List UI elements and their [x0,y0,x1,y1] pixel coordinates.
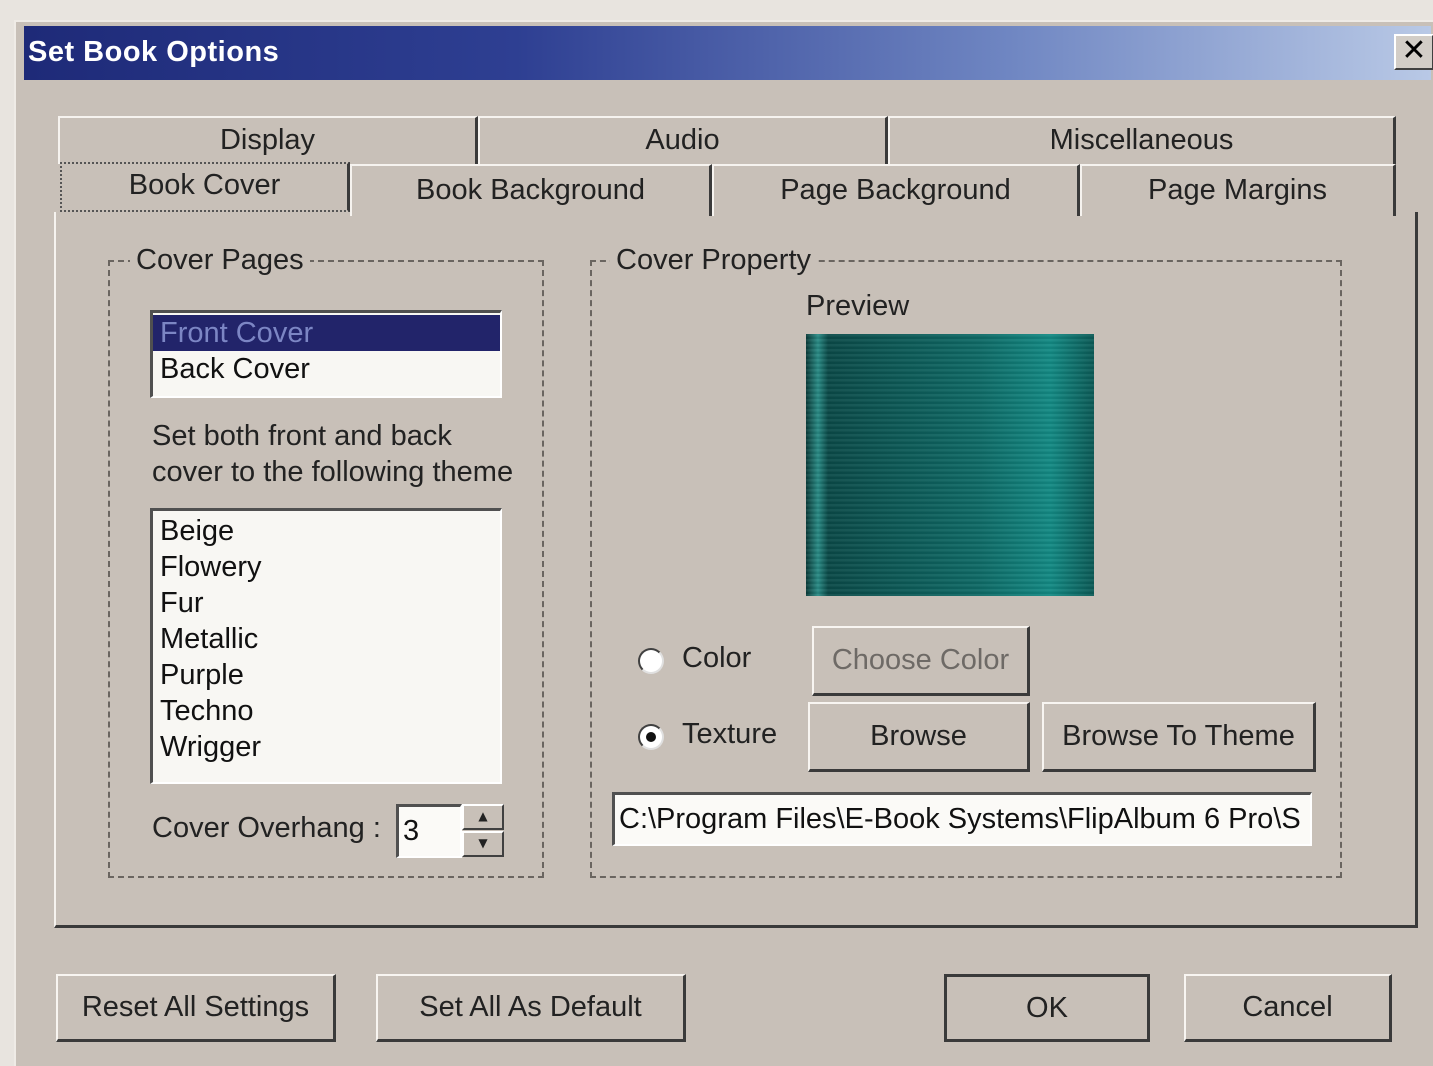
spin-down-icon[interactable]: ▼ [462,831,504,857]
tab-miscellaneous[interactable]: Miscellaneous [888,116,1396,164]
color-radio-label[interactable]: Color [682,642,751,675]
texture-radio[interactable] [638,724,664,750]
list-item-theme[interactable]: Flowery [153,549,500,585]
tab-book-cover[interactable]: Book Cover [60,162,350,212]
set-book-options-dialog: Set Book Options ✕ Display Audio Miscell… [14,20,1433,1066]
cover-pages-legend: Cover Pages [130,244,310,277]
radio-selected-dot [646,732,656,742]
spin-up-icon[interactable]: ▲ [462,804,504,830]
choose-color-button[interactable]: Choose Color [812,626,1030,696]
list-item-theme[interactable]: Metallic [153,621,500,657]
tab-audio[interactable]: Audio [478,116,888,164]
list-item-theme[interactable]: Purple [153,657,500,693]
cover-overhang-label: Cover Overhang : [152,812,381,844]
preview-label: Preview [806,290,910,322]
texture-path-field[interactable]: C:\Program Files\E-Book Systems\FlipAlbu… [612,792,1312,846]
texture-radio-label[interactable]: Texture [682,718,777,751]
tab-page-background[interactable]: Page Background [712,164,1080,216]
set-all-as-default-button[interactable]: Set All As Default [376,974,686,1042]
window-title: Set Book Options [28,36,280,68]
list-item-theme[interactable]: Fur [153,585,500,621]
theme-hint-line-1: Set both front and back [152,420,452,452]
list-item-theme[interactable]: Wrigger [153,729,500,765]
tab-book-background[interactable]: Book Background [350,164,712,216]
texture-preview-image [806,334,1094,596]
theme-list[interactable]: Beige Flowery Fur Metallic Purple Techno… [150,508,502,784]
list-item-theme[interactable]: Techno [153,693,500,729]
theme-hint-line-2: cover to the following theme [152,456,514,488]
browse-button[interactable]: Browse [808,702,1030,772]
cover-pages-list[interactable]: Front Cover Back Cover [150,310,502,398]
list-item-front-cover[interactable]: Front Cover [153,315,500,351]
list-item-theme[interactable]: Beige [153,513,500,549]
title-bar[interactable]: Set Book Options ✕ [24,26,1433,80]
reset-all-settings-button[interactable]: Reset All Settings [56,974,336,1042]
close-button[interactable]: ✕ [1394,34,1433,70]
tab-page-margins[interactable]: Page Margins [1080,164,1396,216]
browse-to-theme-button[interactable]: Browse To Theme [1042,702,1316,772]
ok-button[interactable]: OK [944,974,1150,1042]
list-item-back-cover[interactable]: Back Cover [153,351,500,387]
tab-display[interactable]: Display [58,116,478,164]
cover-property-legend: Cover Property [610,244,818,277]
color-radio[interactable] [638,648,664,674]
cover-overhang-input[interactable]: 3 [396,804,462,858]
cover-overhang-spinner: ▲ ▼ [462,804,504,858]
cancel-button[interactable]: Cancel [1184,974,1392,1042]
